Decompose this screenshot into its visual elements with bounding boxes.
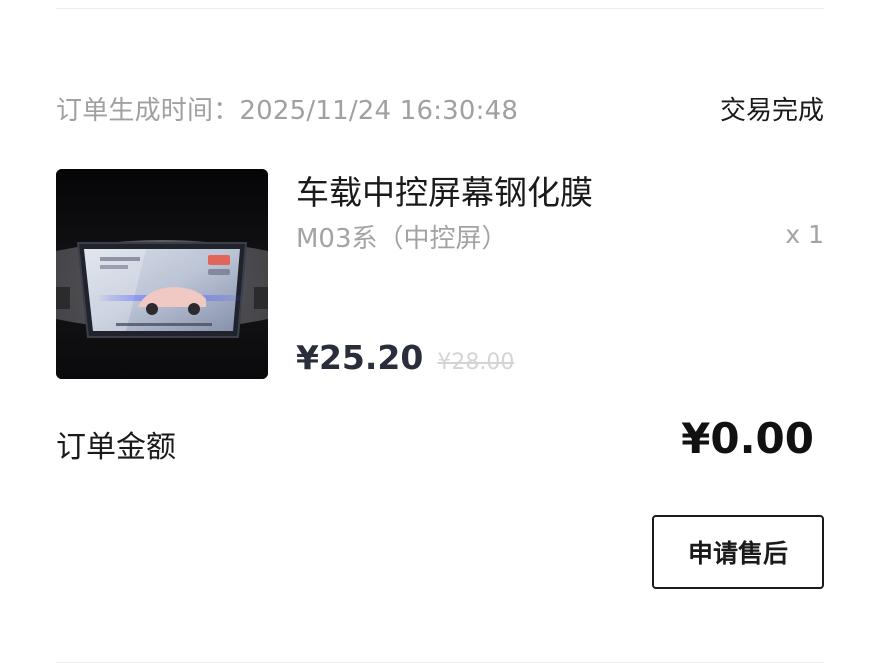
divider xyxy=(56,8,824,9)
product-image[interactable] xyxy=(56,169,268,379)
after-sale-button[interactable]: 申请售后 xyxy=(652,515,824,589)
product-price: ¥25.20 xyxy=(296,338,424,377)
product-original-price: ¥28.00 xyxy=(437,350,515,375)
divider xyxy=(56,662,824,663)
order-time-label: 订单生成时间： xyxy=(56,95,240,126)
order-header: 订单生成时间：2025/11/24 16:30:48 交易完成 xyxy=(56,88,824,128)
order-time: 订单生成时间：2025/11/24 16:30:48 xyxy=(56,90,518,127)
order-status: 交易完成 xyxy=(719,95,824,126)
order-amount-label: 订单金额 xyxy=(56,430,176,465)
order-time-value: 2025/11/24 16:30:48 xyxy=(239,95,519,126)
product-spec: M03系（中控屏） xyxy=(296,224,508,254)
price-row: ¥25.20 ¥28.00 xyxy=(296,338,514,377)
product-name[interactable]: 车载中控屏幕钢化膜 xyxy=(296,166,593,214)
order-amount-value: ¥0.00 xyxy=(681,414,814,463)
car-screen-illustration xyxy=(56,169,268,379)
product-quantity: x 1 xyxy=(785,220,824,249)
order-card: 订单生成时间：2025/11/24 16:30:48 交易完成 车载中控屏幕钢化… xyxy=(0,0,880,670)
